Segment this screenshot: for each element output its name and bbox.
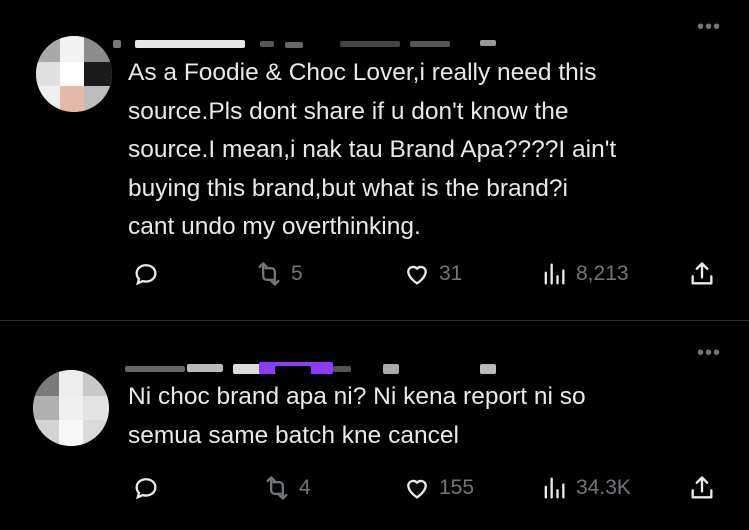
share-icon (691, 476, 713, 499)
like-button[interactable]: 155 (403, 472, 474, 504)
tweet-divider (0, 320, 749, 321)
share-button[interactable] (688, 472, 716, 504)
reply-button[interactable] (132, 472, 168, 504)
reply-icon (135, 264, 157, 286)
like-count: 31 (439, 262, 463, 285)
views-icon (544, 477, 565, 499)
views-icon (544, 263, 565, 285)
tweet-text-line: source.I mean,i nak tau Brand Apa????I a… (128, 136, 617, 163)
like-count: 155 (439, 476, 475, 499)
retweet-count: 4 (299, 476, 311, 499)
like-button[interactable]: 31 (403, 258, 462, 290)
views-button[interactable]: 34.3K (540, 472, 631, 504)
tweet-text-line: As a Foodie & Choc Lover,i really need t… (128, 59, 597, 86)
avatar-pixelated[interactable] (36, 36, 112, 112)
retweet-icon (266, 476, 288, 500)
tweet-text-line: source.Pls dont share if u don't know th… (128, 97, 569, 125)
tweet-text-line: buying this brand,but what is the brand?… (128, 174, 568, 202)
share-icon (691, 262, 713, 285)
views-button[interactable]: 8,213 (540, 258, 629, 290)
retweet-count: 5 (291, 262, 303, 285)
tweet-text: As a Foodie & Choc Lover,i really need t… (128, 54, 708, 247)
retweet-button[interactable]: 4 (263, 472, 311, 504)
tweet-actions: 4 155 34.3K (128, 472, 728, 504)
heart-icon (407, 265, 427, 285)
tweet-text-line: Ni choc brand apa ni? Ni kena report ni … (128, 383, 586, 410)
tweet-text-line: semua same batch kne cancel (128, 421, 459, 449)
view-count: 34.3K (576, 476, 631, 499)
reply-button[interactable] (132, 258, 168, 290)
tweet-1[interactable]: ••• As a Foodie & Choc Lover,i really ne… (0, 0, 749, 320)
share-button[interactable] (688, 258, 716, 290)
tweet-2[interactable]: ••• Ni choc brand apa ni? Ni kena report… (0, 322, 749, 530)
heart-icon (407, 479, 427, 499)
view-count: 8,213 (576, 262, 629, 285)
retweet-button[interactable]: 5 (255, 258, 303, 290)
reply-icon (135, 478, 157, 500)
more-icon[interactable]: ••• (697, 343, 721, 363)
retweet-icon (258, 262, 280, 286)
tweet-text-line: cant undo my overthinking. (128, 213, 421, 240)
tweet-text: Ni choc brand apa ni? Ni kena report ni … (128, 378, 708, 455)
tweet-actions: 5 31 8,213 (128, 258, 728, 290)
more-icon[interactable]: ••• (697, 17, 721, 37)
avatar-pixelated[interactable] (33, 370, 109, 446)
